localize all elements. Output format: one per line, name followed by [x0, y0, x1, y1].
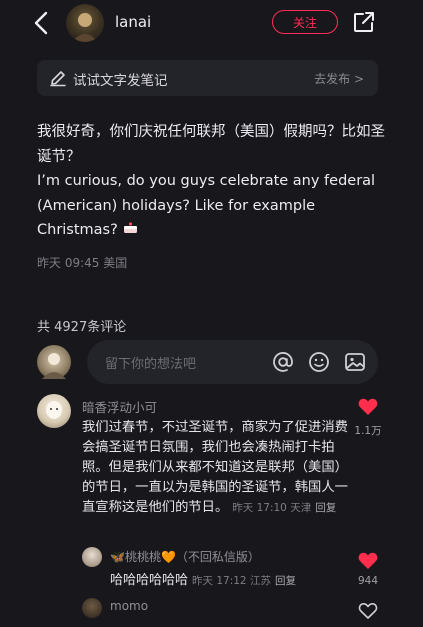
post-meta: 昨天 09:45 美国 [37, 256, 128, 270]
mention-icon[interactable] [271, 350, 295, 374]
comment-meta: 昨天 17:10 天津 [232, 502, 312, 515]
back-arrow-icon[interactable] [30, 10, 54, 36]
go-publish-link[interactable]: 去发布 > [314, 70, 364, 87]
comment-text: 我们过春节，不过圣诞节，商家为了促进消费会搞圣诞节日氛围，我们也会凑热闹打卡拍照… [82, 418, 348, 518]
comment-author-avatar[interactable] [37, 394, 71, 428]
reply-author-name[interactable]: 🦋桃桃桃🧡（不回私信版） [110, 548, 260, 565]
share-icon[interactable] [352, 10, 376, 34]
follow-button[interactable]: 关注 [272, 10, 338, 34]
reply-author-avatar[interactable] [82, 547, 102, 567]
cake-emoji-icon [123, 218, 138, 243]
comment-author-name[interactable]: 暗香浮动小可 [82, 397, 157, 416]
current-user-avatar [37, 345, 71, 379]
comment-like-count: 1.1万 [354, 425, 382, 437]
reply-reply-button[interactable]: 回复 [275, 575, 296, 587]
heart-icon[interactable] [358, 552, 378, 570]
text-note-prompt-label: 试试文字发笔记 [73, 73, 168, 89]
author-username[interactable]: lanai [115, 13, 151, 31]
reply-like-count: 944 [357, 575, 379, 587]
next-comment-avatar[interactable] [82, 598, 102, 618]
post-text-english: I’m curious, do you guys celebrate any f… [37, 173, 376, 238]
text-note-prompt-bar[interactable]: 试试文字发笔记 去发布 > [37, 60, 378, 96]
author-avatar[interactable] [66, 4, 104, 42]
comment-input-placeholder: 留下你的想法吧 [105, 357, 197, 372]
reply-meta: 昨天 17:12 江苏 [192, 575, 271, 587]
image-icon[interactable] [343, 350, 367, 374]
comment-reply-button[interactable]: 回复 [315, 502, 336, 514]
emoji-icon[interactable] [307, 350, 331, 374]
reply-text: 哈哈哈哈哈哈 昨天 17:12 江苏 回复 [110, 569, 296, 588]
post-text-chinese: 我很好奇，你们庆祝任何联邦（美国）假期吗？比如圣诞节？ [37, 124, 385, 165]
post-body: 我很好奇，你们庆祝任何联邦（美国）假期吗？比如圣诞节？ I’m curious,… [37, 120, 387, 243]
heart-icon[interactable] [358, 398, 378, 416]
comment-input[interactable]: 留下你的想法吧 [87, 340, 378, 384]
pencil-icon [50, 71, 66, 87]
top-bar: lanai 关注 [0, 0, 423, 46]
reply-body: 哈哈哈哈哈哈 [110, 573, 189, 588]
next-comment-author-name[interactable]: momo [110, 599, 148, 613]
heart-outline-icon[interactable] [358, 602, 378, 620]
comment-count: 共 4927条评论 [37, 320, 127, 335]
